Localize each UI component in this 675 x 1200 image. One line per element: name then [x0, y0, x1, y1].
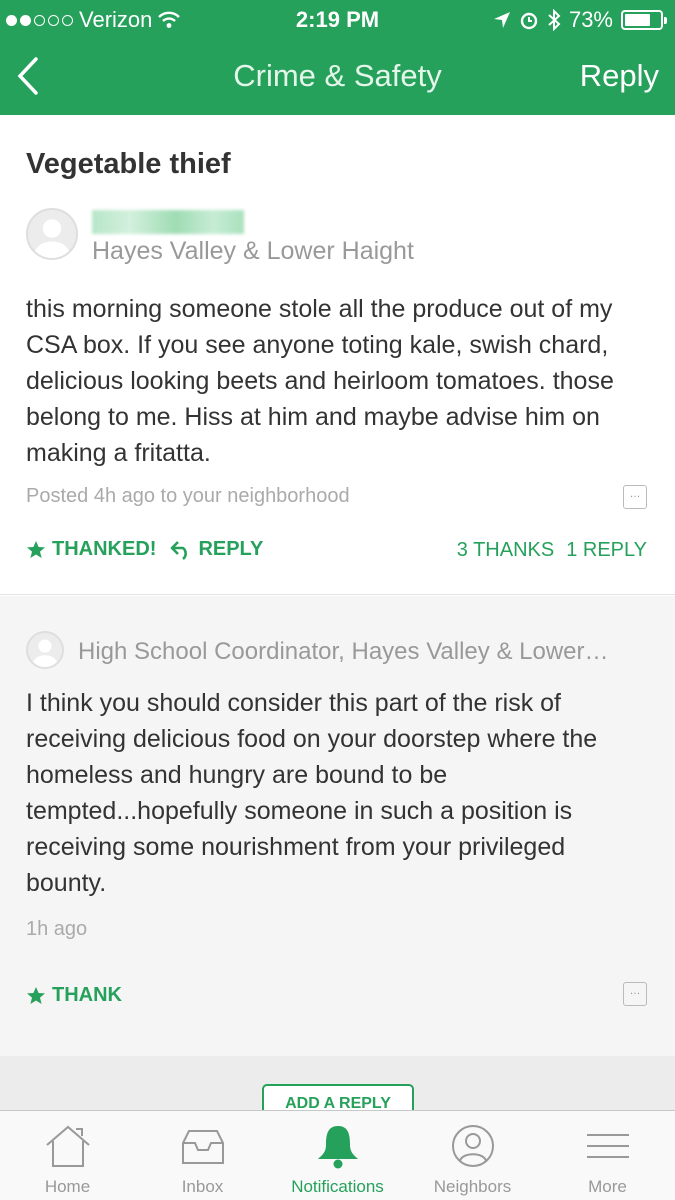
- inbox-icon: [181, 1130, 224, 1164]
- post-counts: 3 THANKS 1 REPLY: [457, 539, 647, 562]
- menu-icon: [586, 1134, 629, 1158]
- tab-neighbors[interactable]: Neighbors: [405, 1111, 540, 1200]
- author-name-redacted[interactable]: [92, 210, 244, 234]
- star-icon: [27, 540, 45, 558]
- tab-label: Neighbors: [433, 1177, 512, 1196]
- tab-label: More: [588, 1177, 627, 1196]
- thanked-button[interactable]: THANKED!: [26, 538, 156, 561]
- post-body: this morning someone stole all the produ…: [26, 295, 614, 467]
- tab-notifications[interactable]: Notifications: [270, 1111, 405, 1200]
- reply-count-link[interactable]: 1 REPLY: [566, 539, 647, 562]
- thanks-count-link[interactable]: 3 THANKS: [457, 539, 554, 562]
- tab-label: Home: [44, 1177, 91, 1196]
- reply-avatar[interactable]: [26, 631, 64, 669]
- tab-label: Inbox: [181, 1177, 224, 1196]
- reply-nav-button[interactable]: Reply: [580, 58, 659, 94]
- home-icon: [45, 1125, 90, 1167]
- author-neighborhood: Hayes Valley & Lower Haight: [92, 237, 414, 265]
- post-meta: Posted 4h ago to your neighborhood: [26, 485, 350, 507]
- tab-more[interactable]: More: [540, 1111, 675, 1200]
- nav-bar: Crime & Safety Reply: [0, 38, 675, 115]
- add-reply-area: ADD A REPLY: [0, 1056, 675, 1118]
- reply-options-button[interactable]: …: [623, 982, 647, 1006]
- status-right: 73%: [493, 7, 667, 33]
- post-card: Vegetable thief Hayes Valley & Lower Hai…: [0, 115, 675, 595]
- tab-home[interactable]: Home: [0, 1111, 135, 1200]
- avatar[interactable]: [26, 208, 78, 260]
- battery-percent: 73%: [568, 7, 613, 32]
- page-title: Crime & Safety: [233, 58, 442, 93]
- bluetooth-icon: [548, 9, 561, 31]
- reply-timestamp: 1h ago: [26, 918, 88, 940]
- default-avatar-icon: [28, 633, 62, 667]
- post-options-button[interactable]: …: [623, 485, 647, 509]
- thank-label: THANK: [52, 984, 122, 1006]
- alarm-icon: [520, 12, 538, 30]
- post-title: Vegetable thief: [26, 148, 231, 180]
- thanked-label: THANKED!: [52, 538, 157, 560]
- post-reply-button[interactable]: REPLY: [170, 538, 263, 561]
- reply-body: I think you should consider this part of…: [26, 689, 598, 897]
- post-actions: THANKED! REPLY: [26, 538, 263, 561]
- tab-label: Notifications: [291, 1177, 384, 1196]
- reply-card: High School Coordinator, Hayes Valley & …: [0, 596, 675, 1056]
- default-avatar-icon: [28, 210, 76, 258]
- reply-label: REPLY: [198, 538, 264, 560]
- reply-byline: High School Coordinator, Hayes Valley & …: [78, 638, 609, 665]
- battery-icon: [621, 10, 667, 30]
- tab-inbox[interactable]: Inbox: [135, 1111, 270, 1200]
- status-bar: Verizon 2:19 PM 73%: [0, 0, 675, 38]
- star-icon: [27, 986, 45, 1004]
- thank-button[interactable]: THANK: [26, 984, 122, 1007]
- location-arrow-icon: [493, 12, 510, 28]
- neighbors-icon: [451, 1125, 494, 1167]
- reply-arrow-icon: [171, 540, 188, 560]
- tab-bar: Home Inbox Notifications Neighbors More: [0, 1110, 675, 1200]
- bell-icon: [317, 1126, 358, 1169]
- top-bar: Verizon 2:19 PM 73% Crime & Safety Reply: [0, 0, 675, 115]
